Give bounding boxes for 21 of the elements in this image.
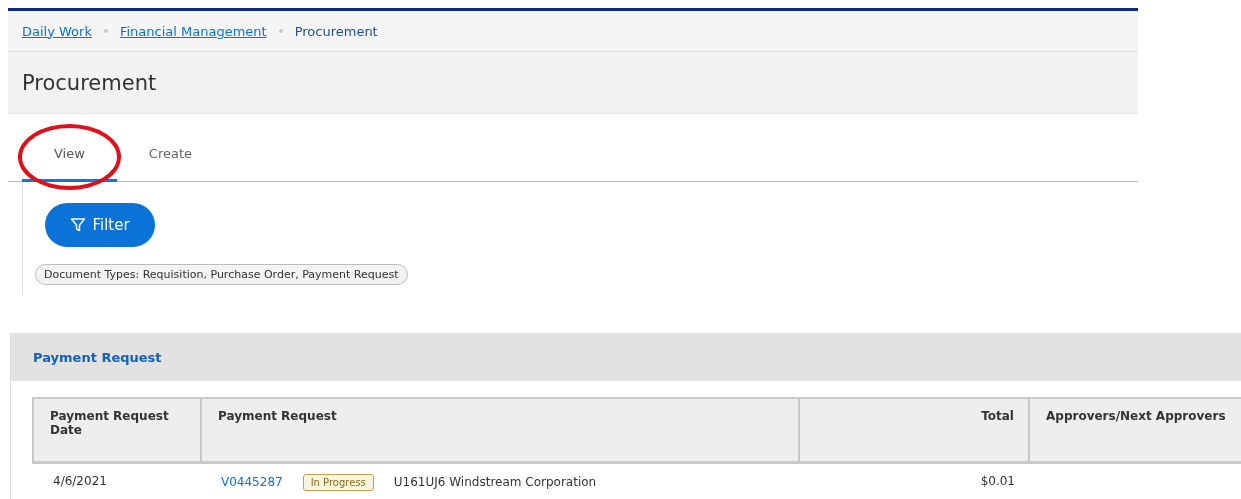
breadcrumb-current: Procurement bbox=[294, 23, 378, 39]
document-link[interactable]: V0445287 bbox=[221, 475, 283, 489]
filter-chip[interactable]: Document Types: Requisition, Purchase Order, Payment Request bbox=[35, 264, 408, 285]
breadcrumb-link[interactable]: Financial Management bbox=[119, 23, 267, 39]
filter-icon bbox=[70, 217, 87, 233]
column-header: Total bbox=[799, 398, 1029, 463]
table-cell: $0.01 bbox=[799, 462, 1029, 499]
column-header: Payment Request Date bbox=[33, 398, 201, 463]
column-header: Approvers/Next Approvers bbox=[1029, 398, 1241, 463]
breadcrumb-link[interactable]: Daily Work bbox=[22, 23, 92, 39]
breadcrumb-separator-icon bbox=[103, 29, 108, 33]
breadcrumb-separator-icon bbox=[278, 29, 283, 33]
table-cell: 4/6/2021 bbox=[33, 462, 201, 499]
page-title: Procurement bbox=[22, 70, 157, 95]
tab[interactable]: Create bbox=[116, 142, 225, 182]
tab[interactable]: View bbox=[22, 142, 117, 182]
status-badge: In Progress bbox=[302, 474, 374, 491]
panel-title: Payment Request bbox=[33, 349, 162, 365]
vendor-name: U161UJ6 Windstream Corporation bbox=[393, 475, 597, 489]
filter-button[interactable]: Filter bbox=[45, 203, 155, 247]
column-header: Payment Request bbox=[201, 398, 799, 463]
